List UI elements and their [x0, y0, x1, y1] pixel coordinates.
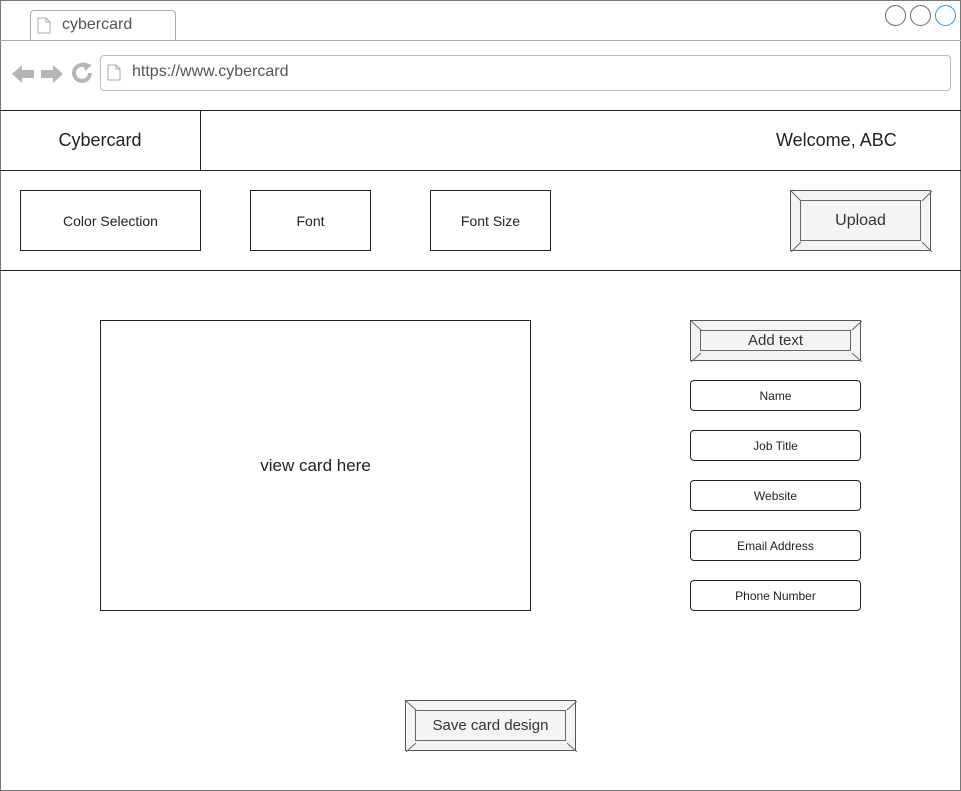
- phone-number-field[interactable]: Phone Number: [690, 580, 861, 611]
- font-size-button[interactable]: Font Size: [430, 190, 551, 251]
- window-close-button[interactable]: [935, 5, 956, 26]
- card-preview: view card here: [100, 320, 531, 611]
- back-arrow-icon[interactable]: [11, 63, 35, 85]
- reload-icon[interactable]: [70, 61, 94, 85]
- upload-button-label: Upload: [800, 200, 921, 241]
- job-title-field[interactable]: Job Title: [690, 430, 861, 461]
- toolbar-bottom-divider: [0, 270, 961, 271]
- add-text-label: Add text: [700, 330, 851, 351]
- forward-arrow-icon[interactable]: [40, 63, 64, 85]
- name-field[interactable]: Name: [690, 380, 861, 411]
- add-text-button[interactable]: Add text: [690, 320, 862, 362]
- welcome-message: Welcome, ABC: [776, 129, 897, 150]
- email-address-field[interactable]: Email Address: [690, 530, 861, 561]
- tab-title: cybercard: [62, 16, 133, 33]
- page-icon: [37, 17, 51, 34]
- save-card-design-button[interactable]: Save card design: [405, 700, 577, 752]
- url-text: https://www.cybercard: [132, 63, 289, 80]
- window-maximize-button[interactable]: [910, 5, 931, 26]
- header-vertical-divider: [200, 110, 201, 170]
- color-selection-button[interactable]: Color Selection: [20, 190, 201, 251]
- save-card-design-label: Save card design: [415, 710, 566, 741]
- brand-title: Cybercard: [58, 129, 142, 150]
- website-field[interactable]: Website: [690, 480, 861, 511]
- font-button[interactable]: Font: [250, 190, 371, 251]
- tab-strip-divider: [0, 40, 961, 41]
- window-minimize-button[interactable]: [885, 5, 906, 26]
- header-bottom-divider: [0, 170, 961, 171]
- upload-button[interactable]: Upload: [790, 190, 932, 252]
- page-icon: [107, 64, 121, 81]
